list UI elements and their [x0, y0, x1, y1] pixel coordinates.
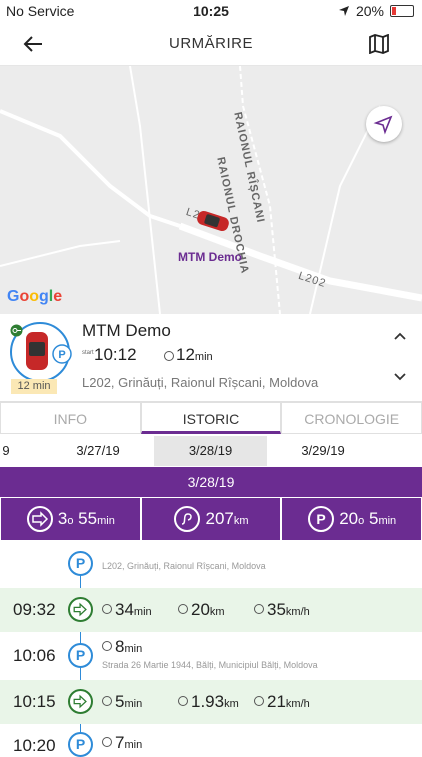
map-icon[interactable] — [368, 34, 390, 54]
svg-text:P: P — [58, 349, 65, 361]
map-roads — [0, 66, 422, 314]
drive-arrow-icon — [26, 506, 53, 532]
trip-speed: 35km/h — [254, 600, 310, 620]
tab-cronologie[interactable]: CRONOLOGIE — [281, 402, 422, 434]
trip-duration: 5min — [102, 692, 142, 712]
vehicle-map-label: MTM Demo — [178, 250, 242, 264]
drive-node-icon — [68, 689, 93, 714]
date-item[interactable]: 3/27/19 — [42, 436, 154, 466]
row-time: 09:32 — [13, 600, 56, 619]
location-arrow-icon — [338, 6, 349, 16]
summary-distance: 207km — [140, 497, 282, 541]
trip-duration: 34min — [102, 600, 152, 620]
start-label: start — [82, 350, 94, 356]
row-time: 10:06 — [13, 646, 56, 665]
date-strip: 9 3/27/19 3/28/19 3/29/19 — [0, 436, 422, 466]
stop-address: Strada 26 Martie 1944, Bălți, Municipiul… — [102, 660, 318, 670]
route-icon — [174, 506, 201, 532]
vehicle-card: P 12 min MTM Demo start 10:12 12min L202… — [0, 314, 422, 402]
battery-icon — [390, 5, 414, 17]
navigation-arrow-icon — [373, 115, 393, 135]
day-summary: 3o 55min 207km P 20o 5min — [0, 497, 422, 541]
row-time: 10:20 — [13, 736, 56, 755]
date-item[interactable]: 9 — [0, 436, 12, 466]
nav-bar: URMĂRIRE — [0, 22, 422, 66]
stop-duration: 8min — [102, 637, 142, 657]
key-status-icon — [10, 324, 23, 337]
tab-istoric[interactable]: ISTORIC — [140, 402, 282, 434]
trip-distance: 20km — [178, 600, 225, 620]
row-time: 10:15 — [13, 692, 56, 711]
start-time: 10:12 — [94, 345, 137, 364]
selected-day-header: 3/28/19 — [0, 467, 422, 497]
chevron-down-icon[interactable] — [394, 373, 406, 381]
drive-node-icon — [68, 597, 93, 622]
trip-duration: 12min — [176, 345, 213, 364]
parking-duration-badge: 12 min — [11, 379, 57, 394]
history-timeline: P L202, Grinăuți, Raionul Rîșcani, Moldo… — [0, 541, 422, 757]
summary-drive-time: 3o 55min — [0, 497, 141, 541]
timeline-row-trip[interactable]: 09:32 34min 20km 35km/h — [0, 588, 422, 632]
page-title: URMĂRIRE — [168, 35, 253, 52]
locate-button[interactable] — [366, 106, 402, 142]
tab-info[interactable]: INFO — [0, 402, 141, 434]
date-item-selected[interactable]: 3/28/19 — [154, 436, 267, 466]
parking-icon: P — [308, 506, 335, 532]
trip-speed: 21km/h — [254, 692, 310, 712]
trip-distance: 1.93km — [178, 692, 239, 712]
tab-bar: INFO ISTORIC CRONOLOGIE — [0, 402, 422, 434]
timeline-row-parking[interactable]: 10:20 P 7min — [0, 726, 422, 757]
parking-status-icon: P — [52, 344, 72, 364]
vehicle-name: MTM Demo — [82, 321, 171, 340]
stop-duration: 7min — [102, 733, 142, 753]
google-logo: Google — [7, 288, 63, 305]
timeline-row-parking[interactable]: 10:06 P 8min Strada 26 Martie 1944, Bălț… — [0, 632, 422, 678]
parking-node-icon: P — [68, 732, 93, 757]
map-view[interactable]: RAIONUL DROCHIA RAIONUL RÎȘCANI L2 L202 … — [0, 66, 422, 314]
summary-parking-time: P 20o 5min — [281, 497, 422, 541]
stop-address: L202, Grinăuți, Raionul Rîșcani, Moldova — [102, 561, 266, 571]
date-item[interactable]: 3/29/19 — [267, 436, 379, 466]
svg-text:P: P — [317, 511, 326, 527]
vehicle-address: L202, Grinăuți, Raionul Rîșcani, Moldova — [82, 375, 319, 390]
battery-percent: 20% — [355, 3, 384, 19]
duration-icon — [164, 351, 174, 361]
chevron-up-icon[interactable] — [394, 332, 406, 340]
status-bar: No Service 10:25 20% — [0, 0, 422, 22]
parking-node-icon: P — [68, 643, 93, 668]
timeline-row-trip[interactable]: 10:15 5min 1.93km 21km/h — [0, 680, 422, 724]
parking-node-icon: P — [68, 551, 93, 576]
timeline-row-parking[interactable]: P L202, Grinăuți, Raionul Rîșcani, Moldo… — [0, 541, 422, 587]
